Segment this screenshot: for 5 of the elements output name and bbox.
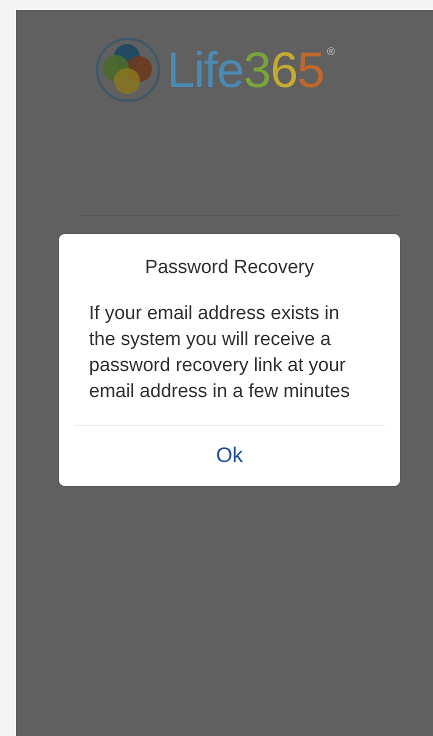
dialog-title: Password Recovery: [144, 256, 315, 279]
ok-button[interactable]: Ok: [216, 426, 243, 486]
logo-wordmark: Life365$^{®}$: [166, 45, 334, 95]
logo-circles-icon: [94, 37, 161, 103]
dialog-message: If your email address exists in the system you will receive a password recovery link at your email address in a few minutes: [88, 302, 351, 404]
